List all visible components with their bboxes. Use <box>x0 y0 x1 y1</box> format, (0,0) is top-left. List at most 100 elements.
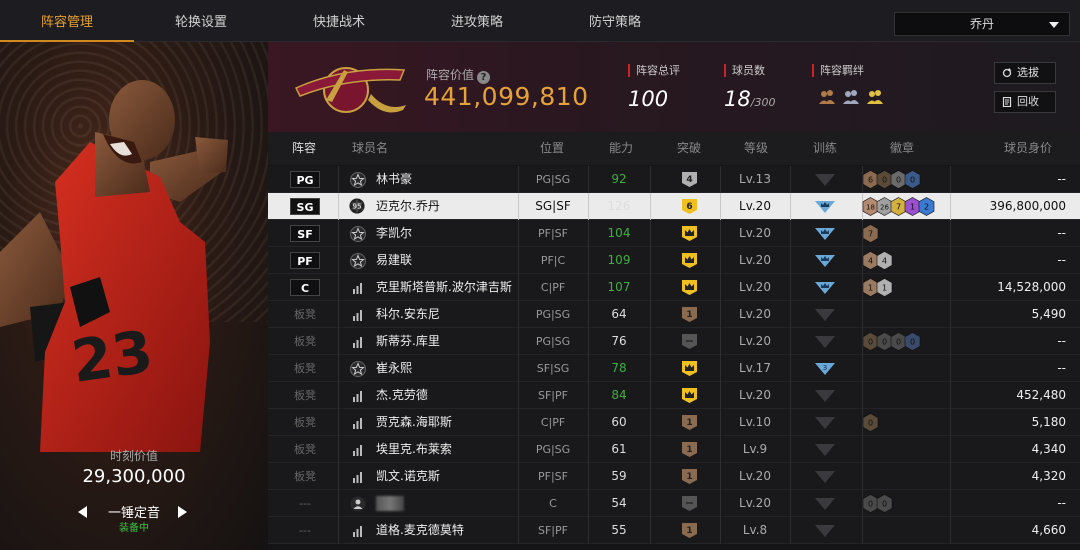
column-divider <box>338 490 339 517</box>
table-row[interactable]: 板凳 科尔.安东尼 PG|SG 64 1 Lv.20 5,490 <box>268 301 1080 328</box>
roster-table-header: 阵容 球员名 位置 能力 突破 等级 训练 徽章 球员身价 <box>268 132 1080 165</box>
badge-count: 0 <box>868 500 873 509</box>
chemistry-icons[interactable] <box>818 88 888 108</box>
training-empty-icon <box>815 309 835 321</box>
col-training[interactable]: 训练 <box>813 132 837 165</box>
breakthrough-level-icon: 4 <box>682 172 697 187</box>
star-icon <box>350 172 366 188</box>
table-row[interactable]: 板凳 崔永熙 SF|SG 78 Lv.17 3 -- <box>268 355 1080 382</box>
moment-value: 29,300,000 <box>82 466 186 487</box>
tab-offense[interactable]: 进攻策略 <box>410 0 544 42</box>
column-divider <box>338 382 339 409</box>
player-level: Lv.8 <box>742 523 768 537</box>
breakthrough-level-number: 1 <box>686 418 692 428</box>
svg-text:95: 95 <box>352 202 361 211</box>
cavaliers-logo <box>294 67 406 113</box>
table-row[interactable]: 板凳 凯文.诺克斯 PF|SF 59 1 Lv.20 4,320 <box>268 463 1080 490</box>
breakthrough-level-number: 1 <box>686 310 692 320</box>
column-divider <box>650 409 651 436</box>
table-row[interactable]: PF 易建联 PF|C 109 Lv.20 4 4 -- <box>268 247 1080 274</box>
column-divider <box>338 409 339 436</box>
player-dropdown[interactable]: 乔丹 <box>894 12 1070 36</box>
ability-rating: 54 <box>611 496 627 510</box>
column-divider <box>338 436 339 463</box>
badge-hexagon: 1 <box>876 278 893 297</box>
table-row[interactable]: --- C 54 Lv.20 0 0 -- <box>268 490 1080 517</box>
star-icon <box>350 361 366 377</box>
breakthrough-level-number: 1 <box>686 526 692 536</box>
column-divider <box>650 355 651 382</box>
player-level: Lv.20 <box>739 199 771 213</box>
column-divider <box>588 247 589 274</box>
player-name: 科尔.安东尼 <box>376 307 440 321</box>
col-name[interactable]: 球员名 <box>352 132 388 165</box>
player-name: 斯蒂芬.库里 <box>376 334 440 348</box>
tab-lineup[interactable]: 阵容管理 <box>0 0 134 42</box>
lineup-slot-badge: SF <box>290 225 320 242</box>
player-level: Lv.10 <box>739 415 771 429</box>
ability-rating: 76 <box>611 334 627 348</box>
table-row[interactable]: SG 95 迈克尔.乔丹 SG|SF 126 6 Lv.20 18 26 7 1 2 396,800,0… <box>268 193 1080 220</box>
column-divider <box>862 463 863 490</box>
col-position[interactable]: 位置 <box>540 132 564 165</box>
crown-icon <box>682 361 697 376</box>
table-row[interactable]: PG 林书豪 PG|SG 92 4 Lv.13 6 0 0 0 -- <box>268 166 1080 193</box>
col-breakthrough[interactable]: 突破 <box>677 132 701 165</box>
team-chemistry-stat: 阵容羁绊 <box>812 64 864 77</box>
tab-rotation[interactable]: 轮换设置 <box>134 0 268 42</box>
badge-count: 18 <box>866 204 875 212</box>
player-level: Lv.20 <box>739 469 771 483</box>
player-dropdown-value: 乔丹 <box>969 17 994 31</box>
player-name: 贾克森.海耶斯 <box>376 415 452 429</box>
player-count-value: 18/300 <box>724 87 775 111</box>
table-row[interactable]: SF 李凯尔 PF|SF 104 Lv.20 7 -- <box>268 220 1080 247</box>
column-divider <box>588 382 589 409</box>
column-divider <box>338 193 339 220</box>
empty-breakthrough-icon <box>682 334 697 349</box>
player-position: C|PF <box>540 416 566 429</box>
crown-icon <box>682 388 697 403</box>
tab-defense[interactable]: 防守策略 <box>548 0 682 42</box>
player-value: -- <box>1057 496 1066 510</box>
player-position: PG|SG <box>535 443 571 456</box>
col-lineup[interactable]: 阵容 <box>292 132 316 165</box>
badge-count: 0 <box>882 176 887 185</box>
next-card-arrow-icon[interactable] <box>178 506 187 518</box>
player-level: Lv.20 <box>739 334 771 348</box>
table-row[interactable]: 板凳 斯蒂芬.库里 PG|SG 76 Lv.20 0 0 0 0 -- <box>268 328 1080 355</box>
column-divider <box>588 409 589 436</box>
ability-rating: 60 <box>611 415 627 429</box>
crown-icon <box>682 226 697 241</box>
column-divider <box>588 463 589 490</box>
player-value: 5,490 <box>1031 307 1066 321</box>
ability-rating: 126 <box>607 199 631 213</box>
player-value: 14,528,000 <box>997 280 1066 294</box>
table-row[interactable]: 板凳 贾克森.海耶斯 C|PF 60 1 Lv.10 0 5,180 <box>268 409 1080 436</box>
signal-bars-icon <box>353 391 362 402</box>
col-badges[interactable]: 徽章 <box>890 132 914 165</box>
player-value: 4,660 <box>1031 523 1066 537</box>
player-level: Lv.20 <box>739 496 771 510</box>
col-level[interactable]: 等级 <box>744 132 768 165</box>
table-row[interactable]: C 克里斯塔普斯.波尔津吉斯 C|PF 107 Lv.20 1 1 14,528,000 <box>268 274 1080 301</box>
player-name: 埃里克.布莱索 <box>376 442 452 456</box>
badge-count: 0 <box>896 338 901 347</box>
col-ability[interactable]: 能力 <box>609 132 633 165</box>
team-rating-label: 阵容总评 <box>628 64 680 77</box>
column-divider <box>338 517 339 544</box>
table-row[interactable]: 板凳 埃里克.布莱索 PG|SG 61 1 Lv.9 4,340 <box>268 436 1080 463</box>
player-level: Lv.20 <box>739 280 771 294</box>
lineup-slot-badge: PG <box>290 171 320 188</box>
player-count-label: 球员数 <box>724 64 775 77</box>
column-divider <box>588 436 589 463</box>
player-value: -- <box>1057 226 1066 240</box>
select-button[interactable]: 选拔 <box>994 62 1056 84</box>
ability-rating: 59 <box>611 469 627 483</box>
column-divider <box>862 517 863 544</box>
recycle-button[interactable]: 回收 <box>994 91 1056 113</box>
tab-quick-tactics[interactable]: 快捷战术 <box>272 0 406 42</box>
player-level: Lv.9 <box>742 442 768 456</box>
table-row[interactable]: --- 道格.麦克德莫特 SF|PF 55 1 Lv.8 4,660 <box>268 517 1080 544</box>
table-row[interactable]: 板凳 杰.克劳德 SF|PF 84 Lv.20 452,480 <box>268 382 1080 409</box>
col-value[interactable]: 球员身价 <box>1004 132 1052 165</box>
